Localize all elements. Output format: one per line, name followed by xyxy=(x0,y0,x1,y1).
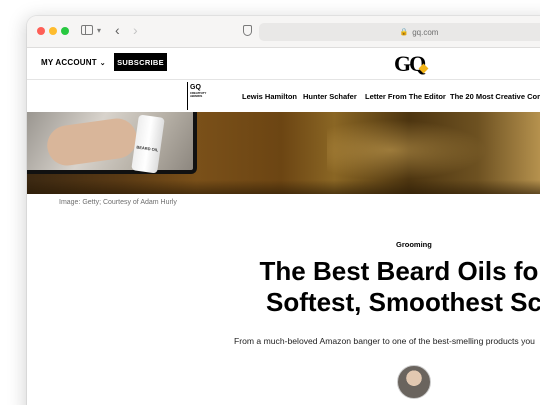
article-dek: From a much-beloved Amazon banger to one… xyxy=(234,336,535,346)
chevron-down-icon[interactable]: ▾ xyxy=(97,25,101,37)
address-url: gq.com xyxy=(412,27,439,37)
site-nav: GQ CREATIVITY AWARDS Lewis Hamilton Hunt… xyxy=(27,80,540,112)
sidebar-toggle-icon[interactable] xyxy=(81,25,93,35)
gq-logo-text: GQ xyxy=(394,51,426,76)
chevron-down-icon: ⌄ xyxy=(99,60,106,67)
my-account-menu[interactable]: MY ACCOUNT ⌄ xyxy=(41,58,106,67)
forward-arrow-icon[interactable]: › xyxy=(133,23,138,37)
subscribe-button[interactable]: SUBSCRIBE xyxy=(114,53,167,71)
article-headline: The Best Beard Oils for Softest, Smoothe… xyxy=(234,256,540,318)
headline-line-1: The Best Beard Oils for xyxy=(259,256,540,286)
article-rubric[interactable]: Grooming xyxy=(396,240,432,249)
author-avatar[interactable] xyxy=(397,365,431,399)
browser-window: ▾ ‹ › 🔒 gq.com MY ACCOUNT ⌄ SUBSCRIBE GQ … xyxy=(27,16,540,405)
gq-creativity-badge-icon[interactable]: GQ CREATIVITY AWARDS xyxy=(185,82,209,110)
back-arrow-icon[interactable]: ‹ xyxy=(115,23,120,37)
site-header: MY ACCOUNT ⌄ SUBSCRIBE GQ xyxy=(27,48,540,80)
gq-logo[interactable]: GQ xyxy=(394,51,426,77)
minimize-window-button[interactable] xyxy=(49,27,57,35)
nav-item-hunter-schafer[interactable]: Hunter Schafer xyxy=(303,92,357,101)
privacy-shield-icon[interactable] xyxy=(243,25,252,36)
close-window-button[interactable] xyxy=(37,27,45,35)
headline-line-2: Softest, Smoothest Sc xyxy=(266,287,540,317)
nav-item-letter-from-editor[interactable]: Letter From The Editor xyxy=(365,92,446,101)
address-bar[interactable]: 🔒 gq.com xyxy=(259,23,540,41)
lock-icon: 🔒 xyxy=(399,29,409,36)
hero-image: BEARD OIL xyxy=(27,112,540,194)
browser-toolbar: ▾ ‹ › 🔒 gq.com xyxy=(27,16,540,48)
image-caption: Image: Getty; Courtesy of Adam Hurly xyxy=(59,199,177,206)
nav-item-most-creative[interactable]: The 20 Most Creative Com xyxy=(450,92,540,101)
beard-oil-bottle: BEARD OIL xyxy=(131,114,165,174)
beard-oil-product-image: BEARD OIL xyxy=(27,112,197,174)
my-account-label: MY ACCOUNT xyxy=(41,58,97,67)
nav-item-lewis-hamilton[interactable]: Lewis Hamilton xyxy=(242,92,297,101)
zoom-window-button[interactable] xyxy=(61,27,69,35)
